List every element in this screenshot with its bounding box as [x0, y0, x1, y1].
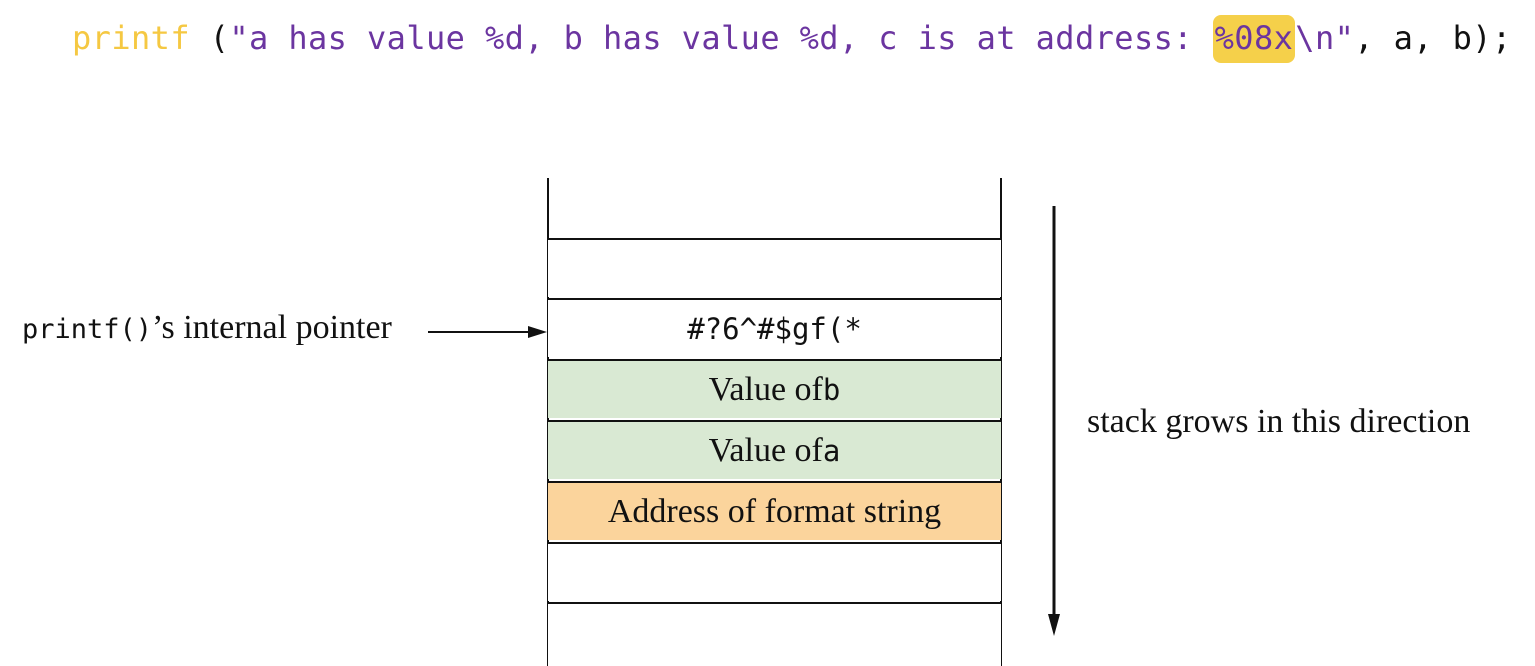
pointer-label-text: ’s internal pointer: [152, 309, 392, 346]
stack-cell-empty-bottom-2: [548, 602, 1001, 666]
grow-arrow-head: [1048, 614, 1060, 636]
code-arguments: , a, b);: [1354, 19, 1512, 57]
stack-cell-value-b-prefix: Value of: [708, 370, 823, 408]
stack-cell-empty-top: [548, 238, 1001, 297]
pointer-label: printf()’s internal pointer: [22, 308, 392, 348]
code-open-paren: (: [190, 19, 230, 57]
pointer-arrow-icon: [428, 326, 547, 338]
stack-cell-garbage-label: #?6^#$gf(*: [687, 311, 862, 346]
code-format-string: "a has value %d, b has value %d, c is at…: [229, 19, 1213, 57]
stack-cell-format-address-label: Address of format string: [607, 492, 942, 530]
pointer-arrow-head: [528, 326, 547, 338]
stack-cell-value-b-code: b: [822, 372, 841, 407]
stack-cell-empty-bottom-1: [548, 542, 1001, 601]
stack-direction-label: stack grows in this direction: [1087, 403, 1471, 440]
stack-cell-value-a-code: a: [822, 433, 841, 468]
code-function-name: printf: [72, 19, 190, 57]
stack-cell-value-a: Value of a: [548, 420, 1001, 479]
stack-cell-value-b: Value of b: [548, 359, 1001, 418]
down-arrow-icon: [1048, 206, 1060, 636]
pointer-label-code: printf(): [22, 314, 153, 345]
code-highlighted-specifier: %08x: [1212, 15, 1296, 63]
stack-cell-format-address: Address of format string: [548, 481, 1001, 540]
stack-cell-garbage: #?6^#$gf(*: [548, 298, 1001, 357]
printf-code-line: printf ("a has value %d, b has value %d,…: [72, 14, 1512, 63]
stack-cell-value-a-prefix: Value of: [708, 431, 823, 469]
code-format-string-end: \n": [1295, 19, 1355, 57]
